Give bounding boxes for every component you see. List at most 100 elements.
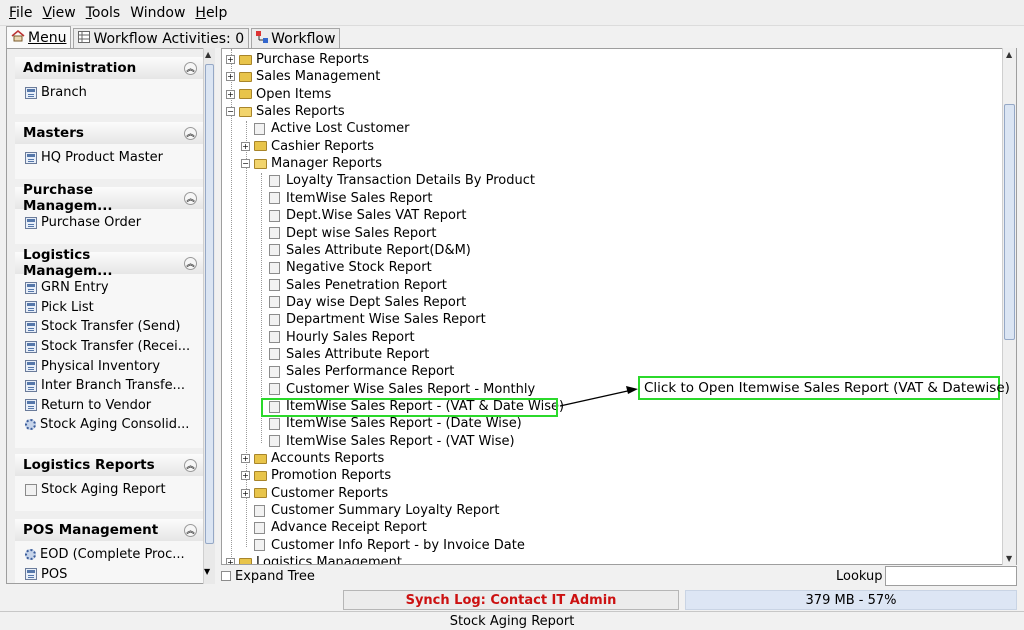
tree-node-label: Customer Summary Loyalty Report [271,503,500,519]
tree-leaf[interactable]: Day wise Dept Sales Report [256,294,466,311]
menu-bar: File View Tools Window Help [0,0,1024,26]
tree-leaf[interactable]: ItemWise Sales Report - (Date Wise) [256,415,522,432]
sidebar-item-eod[interactable]: EOD (Complete Proc... [15,545,203,565]
tab-workflow[interactable]: Workflow [251,28,341,48]
tree-folder[interactable]: + Logistics Management [226,554,402,564]
sidebar-item-pick-list[interactable]: Pick List [15,298,203,318]
scroll-up-arrow-icon[interactable]: ▲ [205,50,211,59]
sidebar-item-label: Return to Vendor [41,397,152,413]
tree-folder[interactable]: + Promotion Reports [241,467,391,484]
scroll-down-arrow-icon[interactable]: ▼ [1006,554,1012,563]
sidebar-item-stock-aging-consolidation[interactable]: Stock Aging Consolid... [15,415,203,435]
collapse-icon[interactable]: ︽ [184,523,197,537]
tree-leaf[interactable]: Dept.Wise Sales VAT Report [256,207,466,224]
tree-leaf[interactable]: Sales Penetration Report [256,277,447,294]
tree-scroll-thumb[interactable] [1004,104,1015,340]
sidebar-section-header[interactable]: Purchase Managem... ︽ [15,182,203,214]
tree-leaf[interactable]: Sales Performance Report [256,363,454,380]
tree-leaf[interactable]: Negative Stock Report [256,259,432,276]
sidebar-item-inter-branch-transfer[interactable]: Inter Branch Transfe... [15,376,203,396]
sidebar-section-header[interactable]: POS Management ︽ [15,519,203,541]
sidebar-item-branch[interactable]: Branch [15,83,203,103]
memory-indicator[interactable]: 379 MB - 57% [685,590,1017,610]
folder-icon [254,488,267,499]
sidebar-section-header[interactable]: Masters ︽ [15,122,203,144]
tree-node-label: Sales Attribute Report(D&M) [286,242,471,258]
menu-tools[interactable]: Tools [81,5,126,21]
tab-menu[interactable]: Menu [6,26,72,48]
tab-workflow-activities[interactable]: Workflow Activities: 0 [73,28,250,48]
sidebar-section-header[interactable]: Logistics Managem... ︽ [15,247,203,279]
tree-leaf[interactable]: Hourly Sales Report [256,329,415,346]
menu-help[interactable]: Help [190,5,232,21]
menu-view[interactable]: View [37,5,80,21]
collapse-icon[interactable]: ︽ [184,61,197,75]
sidebar-item-grn-entry[interactable]: GRN Entry [15,278,203,298]
expand-toggle-icon[interactable]: + [226,72,235,82]
report-icon [269,296,280,309]
sidebar-item-stock-transfer-receive[interactable]: Stock Transfer (Recei... [15,337,203,357]
sidebar-section-header[interactable]: Logistics Reports ︽ [15,454,203,476]
sidebar-panel: Administration ︽ Branch Masters ︽ HQ Produ… [6,48,215,584]
sidebar-section-title: Masters [23,125,84,141]
tree-leaf[interactable]: Active Lost Customer [241,120,409,137]
report-icon [269,435,280,448]
collapse-icon[interactable]: ︽ [184,191,197,205]
report-icon [269,227,280,239]
tree-node-label: Promotion Reports [271,468,392,484]
sidebar-scroll-thumb[interactable] [205,64,214,544]
expand-toggle-icon[interactable]: + [226,55,235,64]
tree-scrollbar[interactable]: ▲ ▼ [1002,48,1016,565]
tree-folder[interactable]: − Manager Reports [241,155,382,172]
menu-file[interactable]: File [4,5,37,21]
tree-leaf[interactable]: Customer Summary Loyalty Report [241,502,500,519]
collapse-icon[interactable]: ︽ [184,458,197,472]
menu-window[interactable]: Window [125,5,190,21]
tree-folder[interactable]: + Sales Management [226,68,380,85]
expand-toggle-icon[interactable]: + [226,89,235,99]
tree-folder[interactable]: + Open Items [226,86,331,103]
collapse-toggle-icon[interactable]: − [241,159,250,169]
scroll-up-arrow-icon[interactable]: ▲ [1006,50,1012,59]
tree-folder[interactable]: + Cashier Reports [241,138,374,155]
tree-leaf[interactable]: Department Wise Sales Report [256,311,486,328]
tree-folder[interactable]: + Purchase Reports [226,51,369,68]
tab-workflow-activities-label: Workflow Activities: 0 [93,30,245,47]
expand-tree-checkbox[interactable]: Expand Tree [221,567,315,585]
expand-toggle-icon[interactable]: + [241,141,250,151]
sidebar-item-physical-inventory[interactable]: Physical Inventory [15,356,203,376]
tree-leaf[interactable]: Dept wise Sales Report [256,225,436,242]
expand-toggle-icon[interactable]: + [241,454,250,464]
sidebar-item-label: Pick List [41,299,94,315]
checkbox-icon[interactable] [221,571,231,581]
tree-folder[interactable]: − Sales Reports [226,103,345,120]
sidebar-item-stock-aging-report[interactable]: Stock Aging Report [15,480,203,500]
tree-folder[interactable]: + Customer Reports [241,485,388,502]
tree-leaf[interactable]: Loyalty Transaction Details By Product [256,172,535,189]
collapse-icon[interactable]: ︽ [184,126,197,140]
tree-leaf[interactable]: ItemWise Sales Report [256,190,433,207]
scroll-down-arrow-icon[interactable]: ▼ [204,567,210,576]
sidebar-scrollbar[interactable]: ▲ [203,48,215,584]
sidebar-item-hq-product-master[interactable]: HQ Product Master [15,148,203,168]
synch-log-button[interactable]: Synch Log: Contact IT Admin [343,590,679,610]
collapse-toggle-icon[interactable]: − [226,107,235,117]
tree-leaf[interactable]: Sales Attribute Report(D&M) [256,242,471,259]
tree-leaf[interactable]: Customer Wise Sales Report - Monthly [256,381,535,398]
sidebar-item-return-to-vendor[interactable]: Return to Vendor [15,396,203,416]
sidebar-section-header[interactable]: Administration ︽ [15,57,203,79]
sidebar-item-stock-transfer-send[interactable]: Stock Transfer (Send) [15,317,203,337]
sidebar-item-pos[interactable]: POS [15,565,203,583]
tree-leaf[interactable]: Customer Info Report - by Invoice Date [241,537,525,554]
folder-icon [239,54,252,65]
sidebar-item-purchase-order[interactable]: Purchase Order [15,213,203,233]
lookup-input[interactable] [885,566,1017,586]
tree-leaf[interactable]: Sales Attribute Report [256,346,429,363]
expand-toggle-icon[interactable]: + [241,488,250,498]
expand-toggle-icon[interactable]: + [241,471,250,481]
tree-leaf[interactable]: ItemWise Sales Report - (VAT Wise) [256,433,515,450]
tree-folder[interactable]: + Accounts Reports [241,450,384,467]
expand-toggle-icon[interactable]: + [226,558,235,564]
collapse-icon[interactable]: ︽ [184,256,197,270]
tree-leaf[interactable]: Advance Receipt Report [241,519,427,536]
